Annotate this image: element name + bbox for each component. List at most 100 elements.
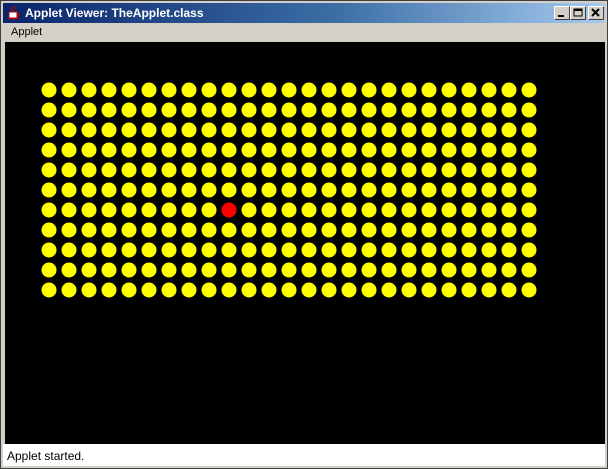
grid-dot bbox=[141, 242, 157, 258]
grid-dot bbox=[121, 82, 137, 98]
grid-dot bbox=[221, 122, 237, 138]
grid-dot bbox=[161, 82, 177, 98]
grid-dot bbox=[461, 202, 477, 218]
grid-dot bbox=[501, 122, 517, 138]
grid-dot bbox=[61, 102, 77, 118]
grid-dot bbox=[441, 142, 457, 158]
grid-dot bbox=[521, 222, 537, 238]
grid-dot bbox=[441, 242, 457, 258]
minimize-button[interactable] bbox=[554, 6, 570, 20]
grid-dot bbox=[61, 162, 77, 178]
grid-dot bbox=[421, 202, 437, 218]
grid-dot bbox=[281, 142, 297, 158]
grid-dot bbox=[201, 82, 217, 98]
grid-dot bbox=[161, 282, 177, 298]
grid-dot bbox=[121, 142, 137, 158]
grid-dot bbox=[461, 162, 477, 178]
grid-dot bbox=[501, 162, 517, 178]
grid-dot bbox=[261, 82, 277, 98]
grid-dot bbox=[61, 222, 77, 238]
grid-dot bbox=[241, 102, 257, 118]
grid-dot bbox=[481, 122, 497, 138]
grid-dot bbox=[141, 222, 157, 238]
grid-dot bbox=[521, 242, 537, 258]
grid-dot bbox=[81, 142, 97, 158]
grid-dot bbox=[481, 202, 497, 218]
grid-dot bbox=[461, 282, 477, 298]
grid-dot bbox=[381, 162, 397, 178]
grid-dot bbox=[121, 282, 137, 298]
grid-dot bbox=[101, 122, 117, 138]
grid-dot bbox=[261, 242, 277, 258]
grid-dot bbox=[121, 202, 137, 218]
grid-dot bbox=[281, 82, 297, 98]
grid-dot bbox=[321, 182, 337, 198]
grid-dot bbox=[481, 282, 497, 298]
grid-dot bbox=[301, 222, 317, 238]
menu-bar: Applet bbox=[3, 23, 605, 42]
grid-dot bbox=[181, 202, 197, 218]
grid-dot bbox=[321, 82, 337, 98]
grid-dot bbox=[401, 202, 417, 218]
grid-dot bbox=[421, 282, 437, 298]
grid-dot bbox=[441, 222, 457, 238]
grid-dot bbox=[461, 142, 477, 158]
grid-dot bbox=[121, 242, 137, 258]
grid-dot bbox=[381, 82, 397, 98]
grid-dot bbox=[41, 242, 57, 258]
grid-dot bbox=[101, 142, 117, 158]
grid-dot bbox=[321, 102, 337, 118]
grid-dot bbox=[321, 242, 337, 258]
grid-dot bbox=[41, 202, 57, 218]
grid-dot bbox=[361, 262, 377, 278]
applet-viewer-window: Applet Viewer: TheApplet.class Applet Ap… bbox=[0, 0, 608, 469]
grid-dot bbox=[121, 122, 137, 138]
grid-dot bbox=[501, 222, 517, 238]
grid-dot bbox=[81, 202, 97, 218]
grid-dot bbox=[341, 122, 357, 138]
grid-dot bbox=[521, 82, 537, 98]
grid-dot bbox=[201, 282, 217, 298]
grid-dot bbox=[221, 242, 237, 258]
grid-dot bbox=[261, 202, 277, 218]
grid-dot bbox=[501, 182, 517, 198]
grid-dot bbox=[361, 142, 377, 158]
grid-dot bbox=[101, 82, 117, 98]
grid-dot bbox=[181, 282, 197, 298]
grid-dot bbox=[501, 82, 517, 98]
grid-dot bbox=[141, 182, 157, 198]
grid-dot bbox=[381, 242, 397, 258]
maximize-button[interactable] bbox=[570, 6, 586, 20]
menu-item-applet[interactable]: Applet bbox=[11, 26, 42, 38]
grid-dot bbox=[501, 262, 517, 278]
grid-dot bbox=[181, 142, 197, 158]
grid-dot bbox=[221, 262, 237, 278]
grid-dot bbox=[81, 262, 97, 278]
grid-dot bbox=[481, 222, 497, 238]
grid-dot bbox=[181, 102, 197, 118]
maximize-icon bbox=[573, 8, 583, 17]
grid-dot bbox=[261, 262, 277, 278]
grid-dot bbox=[501, 242, 517, 258]
grid-dot bbox=[281, 242, 297, 258]
grid-dot bbox=[441, 262, 457, 278]
java-cup-icon[interactable] bbox=[6, 5, 22, 21]
grid-dot bbox=[481, 102, 497, 118]
grid-dot bbox=[241, 142, 257, 158]
grid-dot bbox=[241, 82, 257, 98]
grid-dot bbox=[481, 82, 497, 98]
grid-dot bbox=[381, 262, 397, 278]
applet-canvas[interactable] bbox=[5, 42, 605, 444]
grid-dot bbox=[501, 202, 517, 218]
grid-dot bbox=[321, 162, 337, 178]
grid-dot bbox=[121, 102, 137, 118]
grid-dot bbox=[241, 182, 257, 198]
grid-dot bbox=[141, 282, 157, 298]
close-button[interactable] bbox=[588, 6, 604, 20]
title-bar[interactable]: Applet Viewer: TheApplet.class bbox=[3, 3, 605, 23]
grid-dot bbox=[121, 262, 137, 278]
grid-dot bbox=[161, 122, 177, 138]
grid-dot bbox=[101, 202, 117, 218]
grid-dot bbox=[261, 102, 277, 118]
grid-dot bbox=[41, 82, 57, 98]
